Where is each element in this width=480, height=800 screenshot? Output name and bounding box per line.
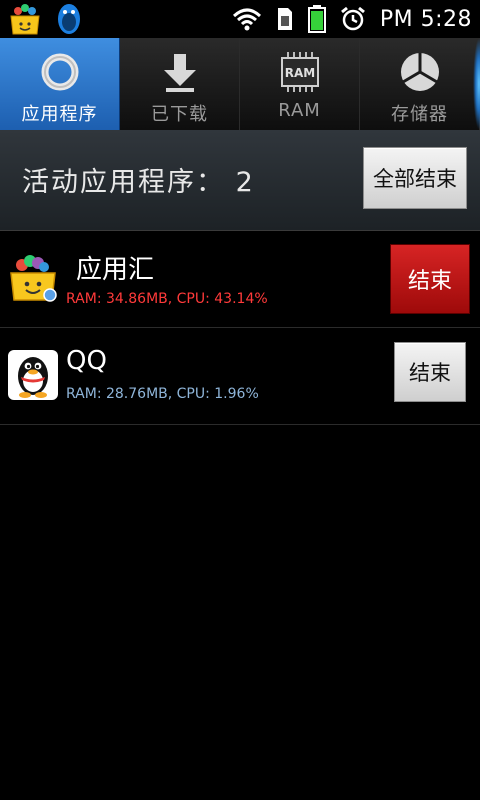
active-apps-count: 活动应用程序： 2: [22, 167, 255, 198]
tab-label: 已下载: [151, 104, 208, 125]
tab-label: 应用程序: [21, 104, 98, 125]
scroll-edge-glow: [473, 38, 480, 130]
qq-penguin-icon: [8, 350, 58, 400]
app-stats: RAM: 28.76MB, CPU: 1.96%: [66, 386, 259, 402]
status-bar: PM 5:28: [0, 0, 480, 38]
app-name: QQ: [66, 346, 107, 376]
pie-storage-icon: [400, 53, 439, 91]
app-store-bag-icon: [10, 255, 57, 302]
tab-bar: 应用程序 已下载 RAM RAM 存储器: [0, 38, 480, 130]
ram-chip-text: RAM: [284, 66, 314, 80]
status-time: PM 5:28: [379, 6, 472, 32]
circle-ring-icon: [41, 53, 78, 91]
end-all-button[interactable]: 全部结束: [363, 147, 467, 209]
app-row-yingyonghui[interactable]: 应用汇 RAM: 34.86MB, CPU: 43.14% 结束: [0, 231, 480, 328]
app-store-icon: [10, 4, 40, 35]
app-row-qq[interactable]: QQ RAM: 28.76MB, CPU: 1.96% 结束: [0, 328, 480, 425]
qq-penguin-icon: [58, 4, 80, 34]
sim-icon: [277, 8, 292, 30]
tab-label: RAM: [278, 100, 321, 121]
end-app-button[interactable]: 结束: [394, 342, 466, 402]
app-stats: RAM: 34.86MB, CPU: 43.14%: [66, 291, 268, 307]
tab-ram[interactable]: RAM RAM: [240, 38, 360, 130]
ram-chip-icon: RAM: [280, 52, 319, 92]
tab-applications[interactable]: 应用程序: [0, 38, 120, 130]
alarm-icon: [340, 6, 365, 31]
tab-label: 存储器: [391, 104, 448, 125]
battery-icon: [307, 5, 326, 33]
download-arrow-icon: [163, 54, 196, 92]
status-notifications: [8, 2, 86, 36]
status-system: PM 5:28: [232, 0, 472, 38]
tab-downloaded[interactable]: 已下载: [120, 38, 240, 130]
tab-storage[interactable]: 存储器: [360, 38, 480, 130]
end-app-button[interactable]: 结束: [390, 244, 470, 314]
wifi-icon: [232, 8, 261, 31]
app-name: 应用汇: [76, 255, 155, 285]
